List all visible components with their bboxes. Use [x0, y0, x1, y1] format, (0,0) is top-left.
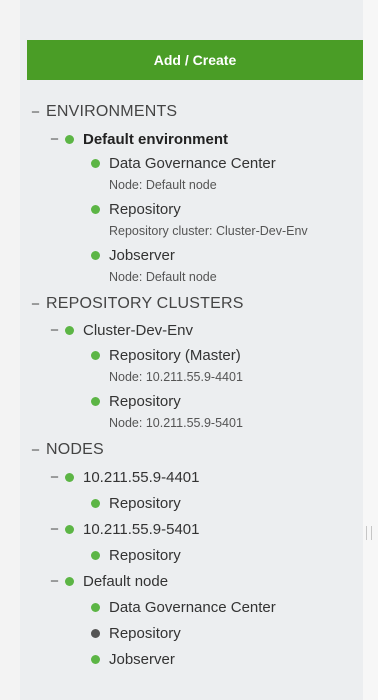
collapse-icon[interactable]: − — [48, 573, 61, 590]
node-label[interactable]: 10.211.55.9-4401 — [83, 469, 200, 486]
section-environments[interactable]: − ENVIRONMENTS — [29, 103, 177, 121]
tree-node-cluster-dev-env[interactable]: − Cluster-Dev-Env — [48, 322, 193, 339]
tree-leaf-dgc[interactable]: Data Governance Center — [91, 599, 276, 616]
collapse-icon[interactable]: − — [29, 296, 42, 313]
section-label: REPOSITORY CLUSTERS — [46, 295, 244, 312]
leaf-subtext: Node: Default node — [109, 178, 217, 192]
collapse-icon[interactable]: − — [48, 521, 61, 538]
leaf-label[interactable]: Repository — [109, 547, 181, 564]
leaf-label[interactable]: Data Governance Center — [109, 155, 276, 172]
tree-node-10-211-55-9-5401[interactable]: − 10.211.55.9-5401 — [48, 521, 200, 538]
leaf-label[interactable]: Jobserver — [109, 651, 175, 668]
node-label[interactable]: Default environment — [83, 131, 228, 148]
panel-divider — [363, 0, 378, 700]
status-dot-icon — [65, 473, 74, 482]
tree-leaf-dgc[interactable]: Data Governance Center — [91, 155, 276, 172]
collapse-icon[interactable]: − — [29, 442, 42, 459]
tree-leaf-repository[interactable]: Repository — [91, 201, 181, 218]
tree-leaf-jobserver[interactable]: Jobserver — [91, 247, 175, 264]
section-repository-clusters[interactable]: − REPOSITORY CLUSTERS — [29, 295, 244, 313]
tree-leaf-repository[interactable]: Repository — [91, 625, 181, 642]
status-dot-icon — [65, 135, 74, 144]
leaf-subtext: Node: Default node — [109, 270, 217, 284]
resize-handle-icon[interactable] — [366, 526, 372, 540]
leaf-subtext: Node: 10.211.55.9-5401 — [109, 416, 243, 430]
node-label[interactable]: 10.211.55.9-5401 — [83, 521, 200, 538]
section-label: NODES — [46, 441, 104, 458]
leaf-subtext: Node: 10.211.55.9-4401 — [109, 370, 243, 384]
status-dot-icon — [91, 655, 100, 664]
status-dot-icon — [91, 351, 100, 360]
tree-node-default-environment[interactable]: − Default environment — [48, 131, 228, 148]
status-dot-icon — [65, 525, 74, 534]
node-label[interactable]: Cluster-Dev-Env — [83, 322, 193, 339]
leaf-subtext: Repository cluster: Cluster-Dev-Env — [109, 224, 308, 238]
tree-leaf-repository-master[interactable]: Repository (Master) — [91, 347, 241, 364]
leaf-label[interactable]: Jobserver — [109, 247, 175, 264]
leaf-label[interactable]: Repository — [109, 393, 181, 410]
tree-leaf-repository[interactable]: Repository — [91, 393, 181, 410]
status-dot-icon — [91, 251, 100, 260]
status-dot-icon — [91, 397, 100, 406]
tree-node-10-211-55-9-4401[interactable]: − 10.211.55.9-4401 — [48, 469, 200, 486]
leaf-label[interactable]: Data Governance Center — [109, 599, 276, 616]
tree-leaf-jobserver[interactable]: Jobserver — [91, 651, 175, 668]
collapse-icon[interactable]: − — [48, 469, 61, 486]
section-nodes[interactable]: − NODES — [29, 441, 104, 459]
status-dot-icon — [65, 326, 74, 335]
status-dot-icon — [91, 551, 100, 560]
tree-node-default-node[interactable]: − Default node — [48, 573, 168, 590]
status-dot-stopped-icon — [91, 629, 100, 638]
status-dot-icon — [91, 499, 100, 508]
status-dot-icon — [65, 577, 74, 586]
status-dot-icon — [91, 205, 100, 214]
node-label[interactable]: Default node — [83, 573, 168, 590]
section-label: ENVIRONMENTS — [46, 103, 178, 120]
leaf-label[interactable]: Repository (Master) — [109, 347, 241, 364]
tree-leaf-repository[interactable]: Repository — [91, 495, 181, 512]
collapse-icon[interactable]: − — [29, 104, 42, 121]
leaf-label[interactable]: Repository — [109, 495, 181, 512]
leaf-label[interactable]: Repository — [109, 201, 181, 218]
tree-leaf-repository[interactable]: Repository — [91, 547, 181, 564]
collapse-icon[interactable]: − — [48, 322, 61, 339]
collapse-icon[interactable]: − — [48, 131, 61, 148]
status-dot-icon — [91, 159, 100, 168]
leaf-label[interactable]: Repository — [109, 625, 181, 642]
add-create-button[interactable]: Add / Create — [27, 40, 363, 80]
status-dot-icon — [91, 603, 100, 612]
